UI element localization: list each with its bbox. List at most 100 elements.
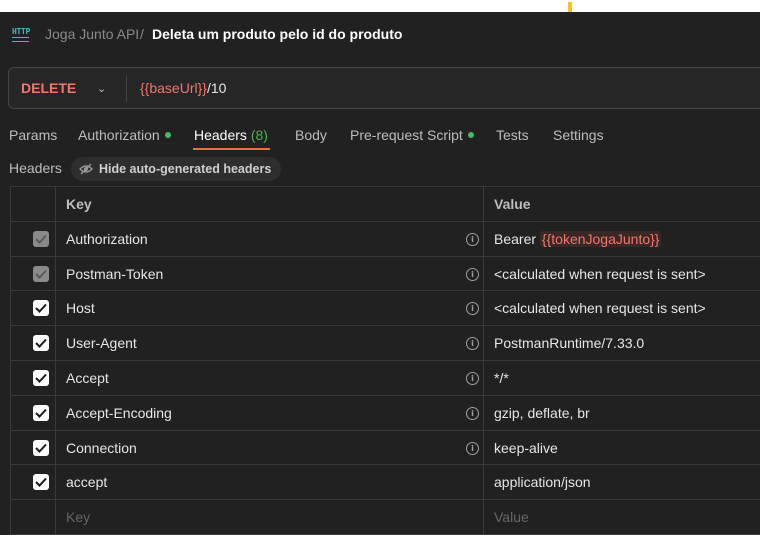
info-icon[interactable]: i xyxy=(466,232,479,246)
new-header-row: Key Value xyxy=(10,500,760,535)
breadcrumb-request-name[interactable]: Deleta um produto pelo id do produto xyxy=(152,26,402,42)
url-divider xyxy=(126,76,127,102)
tab-label: Body xyxy=(295,127,327,143)
info-icon[interactable]: i xyxy=(466,406,479,420)
key-cell: accept xyxy=(56,465,484,500)
table-row: Postman-Token i <calculated when request … xyxy=(10,256,760,292)
hide-button-label: Hide auto-generated headers xyxy=(99,162,272,176)
tab-authorization[interactable]: Authorization xyxy=(78,127,171,143)
table-row: accept application/json xyxy=(10,465,760,501)
header-key[interactable]: Authorization xyxy=(66,231,148,247)
info-icon[interactable]: i xyxy=(466,302,479,316)
tab-tests[interactable]: Tests xyxy=(496,127,529,143)
header-value[interactable]: <calculated when request is sent> xyxy=(494,300,706,316)
row-checkbox[interactable] xyxy=(33,439,49,456)
header-key[interactable]: Postman-Token xyxy=(66,266,163,282)
key-cell: User-Agent i xyxy=(56,326,484,360)
key-cell: Postman-Token i xyxy=(56,256,484,291)
info-icon[interactable]: i xyxy=(466,441,479,455)
row-checkbox[interactable] xyxy=(33,404,49,421)
header-value[interactable]: keep-alive xyxy=(494,440,558,456)
check-cell xyxy=(10,291,56,326)
title-bar: HTTP Joga Junto API / Deleta um produto … xyxy=(0,12,760,57)
header-value[interactable]: application/json xyxy=(494,474,591,490)
row-checkbox[interactable] xyxy=(33,335,49,352)
header-value[interactable]: <calculated when request is sent> xyxy=(494,266,706,282)
headers-table: Key Value Authorization i Bearer {{tokenJ… xyxy=(10,186,760,535)
method-select[interactable]: DELETE xyxy=(21,80,76,96)
eye-off-icon xyxy=(79,163,93,175)
column-header-key: Key xyxy=(66,196,92,212)
table-row: Accept i */* xyxy=(10,360,760,396)
url-input[interactable]: {{baseUrl}}/10 xyxy=(140,80,226,96)
url-path: /10 xyxy=(206,80,227,96)
info-icon[interactable]: i xyxy=(466,267,479,281)
hide-auto-generated-headers-button[interactable]: Hide auto-generated headers xyxy=(71,157,282,181)
tab-label: Params xyxy=(9,127,58,143)
tab-params[interactable]: Params xyxy=(9,127,57,143)
value-cell: application/json xyxy=(484,465,760,499)
new-key-input[interactable]: Key xyxy=(66,509,90,525)
tab-label: Headers xyxy=(194,127,247,143)
row-checkbox[interactable] xyxy=(33,230,49,247)
new-value-input[interactable]: Value xyxy=(494,509,529,525)
check-cell xyxy=(10,430,56,465)
tab-label: Settings xyxy=(553,127,604,143)
active-tab-indicator xyxy=(193,148,270,150)
status-dot xyxy=(467,132,474,139)
key-cell: Key xyxy=(56,500,484,534)
breadcrumb-collection[interactable]: Joga Junto API xyxy=(45,26,139,42)
check-cell xyxy=(10,500,56,534)
table-row: Accept-Encoding i gzip, deflate, br xyxy=(10,395,760,431)
table-row: Connection i keep-alive xyxy=(10,430,760,466)
row-checkbox[interactable] xyxy=(33,265,49,282)
info-icon[interactable]: i xyxy=(466,337,479,351)
chevron-down-icon[interactable]: ⌄ xyxy=(97,82,106,95)
key-cell: Connection i xyxy=(56,430,484,465)
tab-settings[interactable]: Settings xyxy=(553,127,604,143)
header-value[interactable]: gzip, deflate, br xyxy=(494,405,590,421)
value-cell: <calculated when request is sent> xyxy=(484,257,760,291)
table-row: User-Agent i PostmanRuntime/7.33.0 xyxy=(10,326,760,361)
headers-section-title: Headers xyxy=(9,160,62,176)
value-cell: Bearer {{tokenJogaJunto}} xyxy=(484,222,760,256)
header-value[interactable]: Bearer {{tokenJogaJunto}} xyxy=(494,230,662,247)
check-cell xyxy=(10,256,56,291)
header-key[interactable]: Connection xyxy=(66,440,137,456)
header-key[interactable]: Accept-Encoding xyxy=(66,405,172,421)
header-key[interactable]: Host xyxy=(66,300,95,316)
breadcrumb-separator: / xyxy=(140,26,144,42)
tab-label: Tests xyxy=(496,127,529,143)
value-cell: keep-alive xyxy=(484,431,760,465)
row-checkbox[interactable] xyxy=(33,300,49,317)
header-value[interactable]: PostmanRuntime/7.33.0 xyxy=(494,335,644,351)
url-bar: DELETE ⌄ {{baseUrl}}/10 xyxy=(8,67,760,109)
header-key[interactable]: accept xyxy=(66,474,107,490)
column-header-value: Value xyxy=(494,196,531,212)
table-row: Authorization i Bearer {{tokenJogaJunto}} xyxy=(10,221,760,257)
value-cell: PostmanRuntime/7.33.0 xyxy=(484,326,760,360)
tab-label: Authorization xyxy=(78,127,160,143)
tab-label: Pre-request Script xyxy=(350,127,463,143)
tab-pre-request-script[interactable]: Pre-request Script xyxy=(350,127,474,143)
header-value[interactable]: */* xyxy=(494,370,509,386)
row-checkbox[interactable] xyxy=(33,474,49,491)
value-cell: <calculated when request is sent> xyxy=(484,291,760,325)
value-prefix: Bearer xyxy=(494,230,540,247)
row-checkbox[interactable] xyxy=(33,369,49,386)
header-key[interactable]: Accept xyxy=(66,370,109,386)
tab-count-badge: (8) xyxy=(250,127,268,143)
value-variable: {{tokenJogaJunto}} xyxy=(539,230,662,247)
value-cell: */* xyxy=(484,361,760,395)
header-key[interactable]: User-Agent xyxy=(66,335,137,351)
http-request-icon: HTTP xyxy=(12,27,32,43)
header-value-cell: Value xyxy=(484,187,760,221)
check-cell xyxy=(10,326,56,360)
tab-headers[interactable]: Headers (8) xyxy=(194,127,268,143)
info-icon[interactable]: i xyxy=(466,371,479,385)
tab-body[interactable]: Body xyxy=(295,127,327,143)
top-strip xyxy=(0,0,760,12)
value-cell: Value xyxy=(484,500,760,534)
header-key-cell: Key xyxy=(56,187,484,221)
key-cell: Authorization i xyxy=(56,221,484,256)
